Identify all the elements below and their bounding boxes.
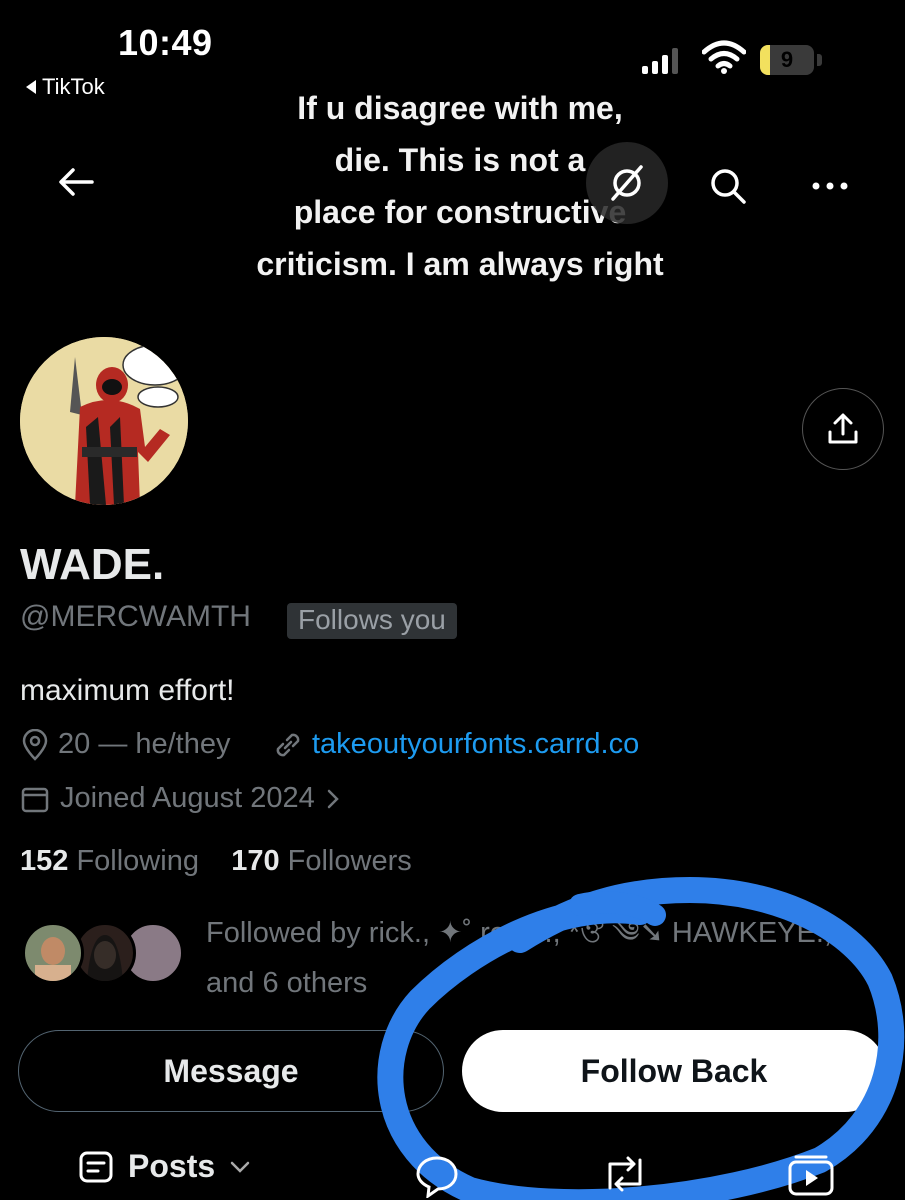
followed-by-avatars[interactable] — [22, 922, 192, 990]
more-options-button[interactable] — [800, 158, 860, 214]
followers-count: 170 — [231, 845, 280, 877]
joined-row[interactable]: Joined August 2024 — [20, 782, 341, 815]
more-icon — [812, 182, 848, 190]
follows-you-badge: Follows you — [287, 603, 457, 639]
chevron-down-icon — [230, 1161, 250, 1173]
message-button[interactable]: Message — [18, 1030, 444, 1112]
battery-indicator: 9 — [760, 45, 814, 75]
back-triangle-icon — [26, 80, 36, 94]
follow-counts: 152 Following 170 Followers — [20, 845, 412, 878]
joined-date: Joined August 2024 — [60, 782, 315, 814]
link-icon — [276, 733, 300, 756]
calendar-icon — [21, 787, 49, 812]
profile-handle: @MERCWAMTH — [20, 600, 251, 633]
back-button[interactable] — [52, 158, 100, 206]
posts-icon — [79, 1151, 113, 1182]
avatar-image — [20, 337, 188, 505]
location-text: 20 — he/they — [58, 728, 231, 760]
cellular-signal-icon — [642, 48, 678, 74]
tab-media-icon[interactable] — [786, 1152, 836, 1196]
profile-bio: maximum effort! — [20, 674, 235, 707]
tab-posts[interactable]: Posts — [78, 1148, 251, 1185]
following-count: 152 — [20, 845, 69, 877]
back-arrow-icon — [59, 168, 94, 196]
back-app-label: TikTok — [42, 74, 105, 99]
back-to-app-link[interactable]: TikTok — [26, 74, 105, 100]
search-icon — [711, 169, 746, 204]
battery-tip — [817, 54, 822, 66]
wifi-icon — [702, 40, 746, 74]
search-button[interactable] — [700, 158, 756, 214]
share-profile-button[interactable] — [802, 388, 884, 470]
location-row: 20 — he/they — [20, 728, 231, 761]
following-link[interactable]: 152 Following — [20, 845, 199, 877]
battery-level: 9 — [780, 47, 794, 72]
followers-link[interactable]: 170 Followers — [231, 845, 412, 877]
chevron-right-icon — [327, 789, 339, 808]
share-icon — [828, 413, 858, 444]
profile-avatar[interactable] — [20, 337, 188, 505]
location-pin-icon — [22, 728, 48, 761]
website-row[interactable]: takeoutyourfonts.carrd.co — [272, 728, 639, 761]
grok-button[interactable] — [586, 142, 668, 224]
tab-reposts-icon[interactable] — [600, 1152, 650, 1196]
status-time: 10:49 — [118, 22, 213, 63]
follow-back-button[interactable]: Follow Back — [462, 1030, 886, 1112]
followers-label: Followers — [287, 845, 412, 877]
following-label: Following — [76, 845, 199, 877]
tab-posts-label: Posts — [128, 1148, 216, 1184]
followed-by-text[interactable]: Followed by rick., ✦˚ rose ., *ঔ ༄➘ HAWK… — [206, 908, 846, 1008]
website-link[interactable]: takeoutyourfonts.carrd.co — [312, 728, 639, 761]
profile-name: WADE. — [20, 540, 165, 589]
tab-replies-icon[interactable] — [414, 1152, 460, 1198]
follower-avatar-1 — [22, 922, 84, 984]
grok-icon — [611, 165, 643, 201]
